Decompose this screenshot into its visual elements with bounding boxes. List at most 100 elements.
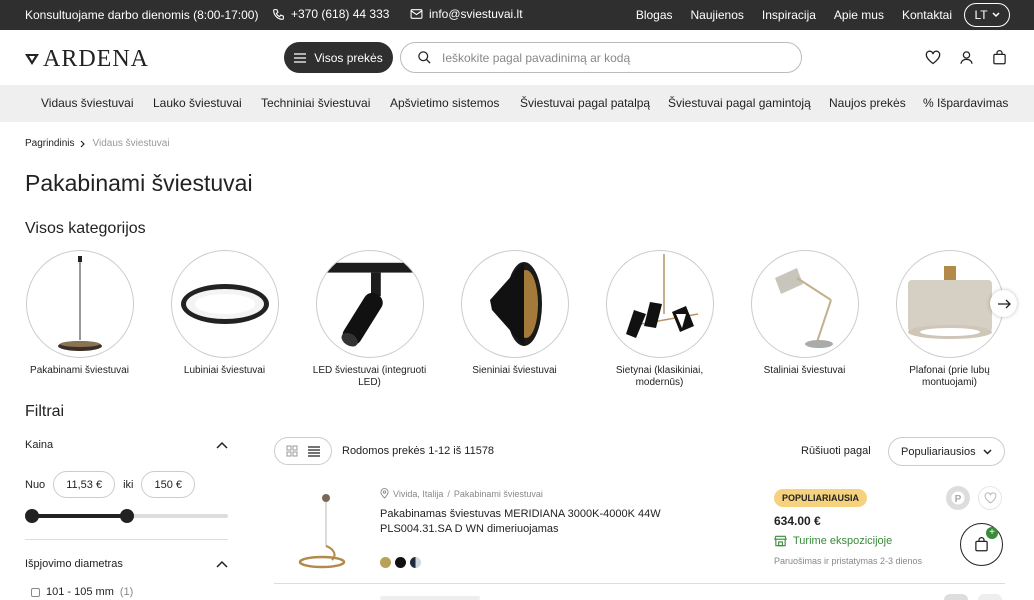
category-label: Sietynai (klasikiniai, modernūs) bbox=[615, 365, 704, 388]
nav-item-lauko[interactable]: Lauko šviestuvai bbox=[153, 96, 242, 110]
pinterest-button[interactable]: P bbox=[946, 486, 970, 510]
product-price: 634.00 € bbox=[774, 514, 821, 528]
store-icon bbox=[774, 535, 787, 547]
category-label: LED šviestuvai (integruoti LED) bbox=[312, 365, 427, 388]
nav-item-techniniai[interactable]: Techniniai šviestuvai bbox=[261, 96, 370, 110]
category-card-sieniniai[interactable]: Sieniniai šviestuvai bbox=[452, 250, 577, 377]
next-product-meta-placeholder bbox=[380, 596, 480, 600]
swatch-mixed[interactable] bbox=[410, 557, 421, 568]
toplink-blogas[interactable]: Blogas bbox=[636, 8, 673, 22]
category-label: Plafonai (prie lubų montuojami) bbox=[909, 365, 990, 388]
stock-text: Turime ekspozicijoje bbox=[793, 535, 893, 547]
price-slider[interactable] bbox=[25, 509, 228, 523]
mail-icon bbox=[410, 9, 423, 19]
chevron-down-icon bbox=[992, 12, 1000, 18]
grid-view-icon[interactable] bbox=[286, 445, 298, 457]
swatch-black[interactable] bbox=[395, 557, 406, 568]
list-view-icon[interactable] bbox=[308, 445, 320, 457]
price-slider-max-handle[interactable] bbox=[120, 509, 134, 523]
product-location[interactable]: Vivida, Italija bbox=[393, 489, 443, 499]
category-card-sietynai[interactable]: Sietynai (klasikiniai, modernūs) bbox=[597, 250, 722, 389]
category-label: Lubiniai šviestuvai bbox=[183, 365, 266, 376]
checkbox[interactable] bbox=[31, 587, 40, 597]
category-image bbox=[170, 250, 279, 358]
nav-item-sistemos[interactable]: Apšvietimo sistemos bbox=[390, 96, 499, 110]
popular-badge: POPULIARIAUSIA bbox=[774, 489, 868, 507]
phone-icon bbox=[273, 8, 284, 20]
category-card-staliniai[interactable]: Staliniai šviestuvai bbox=[742, 250, 867, 377]
cart-icon[interactable] bbox=[992, 50, 1007, 65]
swatch-gold[interactable] bbox=[380, 557, 391, 568]
shipping-info: Paruošimas ir pristatymas 2-3 dienos bbox=[774, 556, 923, 566]
phone-link[interactable]: +370 (618) 44 333 bbox=[272, 7, 389, 21]
product-name[interactable]: Pakabinamas šviestuvas MERIDIANA 3000K-4… bbox=[380, 507, 680, 537]
language-select[interactable]: LT bbox=[964, 3, 1010, 27]
header-icons bbox=[925, 50, 1007, 65]
desk-lamp-icon bbox=[774, 268, 833, 348]
toplink-apie-mus[interactable]: Apie mus bbox=[834, 8, 884, 22]
menu-icon bbox=[294, 52, 307, 63]
toplink-inspiracija[interactable]: Inspiracija bbox=[762, 8, 816, 22]
category-image bbox=[895, 250, 1004, 358]
category-image bbox=[25, 250, 134, 358]
working-hours: Konsultuojame darbo dienomis (8:00-17:00… bbox=[25, 8, 259, 22]
top-links: Blogas Naujienos Inspiracija Apie mus Ko… bbox=[636, 8, 952, 22]
category-card-lubiniai[interactable]: Lubiniai šviestuvai bbox=[162, 250, 287, 377]
chevron-down-icon bbox=[983, 448, 992, 455]
page-title: Pakabinami šviestuvai bbox=[25, 170, 253, 196]
nav-item-patalpa[interactable]: Šviestuvai pagal patalpą bbox=[520, 96, 650, 110]
filters-title: Filtrai bbox=[25, 403, 65, 420]
diameter-option-count: (1) bbox=[119, 586, 134, 598]
chevron-up-icon bbox=[216, 441, 228, 449]
divider bbox=[25, 539, 228, 540]
categories-next-button[interactable] bbox=[990, 290, 1017, 317]
wishlist-button[interactable] bbox=[978, 486, 1002, 510]
price-slider-min-handle[interactable] bbox=[25, 509, 39, 523]
toplink-naujienos[interactable]: Naujienos bbox=[691, 8, 744, 22]
categories-title: Visos kategorijos bbox=[25, 220, 146, 237]
nav-item-gamintoja[interactable]: Šviestuvai pagal gamintoją bbox=[668, 96, 811, 110]
sort-value: Populiariausios bbox=[901, 445, 976, 458]
category-card-pakabinami[interactable]: Pakabinami šviestuvai bbox=[17, 250, 142, 377]
breadcrumb: Pagrindinis Vidaus šviestuvai bbox=[25, 138, 170, 149]
color-swatches bbox=[380, 557, 421, 568]
price-to-input[interactable]: 150 € bbox=[141, 471, 195, 498]
next-pinterest-button[interactable] bbox=[944, 594, 968, 600]
price-from-label: Nuo bbox=[25, 478, 46, 491]
phone-number: +370 (618) 44 333 bbox=[291, 7, 390, 21]
next-wishlist-button[interactable] bbox=[978, 594, 1002, 600]
heart-icon[interactable] bbox=[925, 50, 941, 65]
sort-select[interactable]: Populiariausios bbox=[888, 437, 1005, 466]
category-label: Sieniniai šviestuvai bbox=[472, 365, 557, 376]
toplink-kontaktai[interactable]: Kontaktai bbox=[902, 8, 952, 22]
nav-item-vidaus[interactable]: Vidaus šviestuvai bbox=[41, 96, 134, 110]
product-category[interactable]: Pakabinami šviestuvai bbox=[454, 489, 543, 499]
product-image[interactable] bbox=[280, 490, 364, 574]
nav-item-ispardavimas[interactable]: % Išpardavimas bbox=[923, 96, 1008, 110]
breadcrumb-home[interactable]: Pagrindinis bbox=[25, 138, 74, 149]
category-image bbox=[315, 250, 424, 358]
email-link[interactable]: info@sviestuvai.lt bbox=[410, 7, 523, 21]
category-label: Staliniai šviestuvai bbox=[763, 365, 846, 376]
search-input[interactable]: Ieškokite pagal pavadinimą ar kodą bbox=[400, 42, 802, 73]
all-products-label: Visos prekės bbox=[314, 50, 383, 65]
nav-item-naujos[interactable]: Naujos prekės bbox=[829, 96, 906, 110]
add-to-cart-button[interactable]: + bbox=[960, 523, 1003, 566]
diameter-filter-header[interactable]: Išpjovimo diametras bbox=[25, 558, 228, 570]
plus-icon: + bbox=[986, 527, 998, 539]
drum-ceiling-lamp-icon bbox=[907, 266, 992, 339]
track-spotlight-icon bbox=[324, 262, 415, 347]
price-filter-header[interactable]: Kaina bbox=[25, 439, 228, 451]
price-from-input[interactable]: 11,53 € bbox=[53, 471, 116, 498]
diameter-filter-label: Išpjovimo diametras bbox=[25, 558, 123, 570]
stock-status: Turime ekspozicijoje bbox=[774, 535, 892, 547]
all-products-button[interactable]: Visos prekės bbox=[284, 42, 393, 73]
category-card-led[interactable]: LED šviestuvai (integruoti LED) bbox=[307, 250, 432, 389]
category-card-plafonai[interactable]: Plafonai (prie lubų montuojami) bbox=[887, 250, 1012, 389]
sort-label: Rūšiuoti pagal bbox=[801, 445, 871, 457]
diameter-option[interactable]: 101 - 105 mm (1) bbox=[31, 586, 133, 598]
chevron-up-icon bbox=[216, 560, 228, 568]
logo[interactable]: ARDENA bbox=[25, 46, 149, 73]
ring-pendant-icon bbox=[298, 494, 346, 569]
user-icon[interactable] bbox=[959, 50, 974, 65]
